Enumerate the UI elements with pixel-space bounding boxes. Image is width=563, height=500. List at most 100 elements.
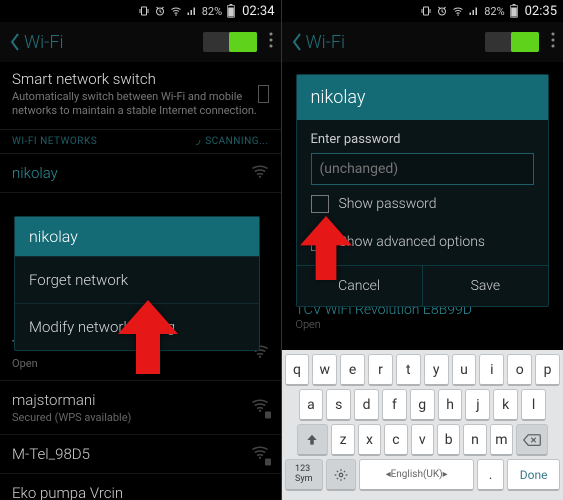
key-b[interactable]: b [437, 424, 460, 456]
key-shift[interactable] [297, 424, 329, 456]
key-s[interactable]: s [326, 389, 351, 421]
key-p[interactable]: p [535, 354, 560, 386]
keyboard-language: English(UK) [391, 469, 443, 480]
show-advanced-label: Show advanced options [339, 234, 485, 250]
key-v[interactable]: v [411, 424, 434, 456]
keyboard-row-1: q w e r t y u i o p [285, 354, 561, 386]
menu-item-forget[interactable]: Forget network [15, 256, 259, 303]
chevron-left-icon [8, 32, 22, 52]
scanning-label: SCANNING... [205, 136, 268, 147]
smart-network-switch-row[interactable]: Smart network switch Automatically switc… [0, 62, 281, 130]
key-y[interactable]: y [424, 354, 449, 386]
key-e[interactable]: e [340, 354, 365, 386]
key-h[interactable]: h [438, 389, 463, 421]
signal-icon [468, 5, 480, 17]
key-o[interactable]: o [507, 354, 532, 386]
key-q[interactable]: q [285, 354, 310, 386]
password-label: Enter password [311, 132, 535, 147]
keyboard-row-2: a s d f g h j k l [285, 389, 561, 421]
keyboard-row-3: z x c v b n m [285, 424, 561, 456]
key-z[interactable]: z [331, 424, 354, 456]
annotation-arrow-left [118, 300, 178, 378]
key-sym[interactable]: 123 Sym [285, 459, 324, 491]
backspace-icon [523, 434, 541, 446]
network-name: Eko pumpa Vrcin [12, 484, 269, 500]
more-icon[interactable] [269, 32, 273, 52]
wifi-status-icon [452, 5, 464, 17]
wifi-toggle[interactable] [485, 32, 539, 52]
key-u[interactable]: u [452, 354, 477, 386]
network-name: nikolay [12, 164, 269, 182]
battery-icon [226, 4, 236, 18]
network-item[interactable]: majstormani Secured (WPS available) [0, 381, 281, 435]
network-item[interactable]: M-Tel_98D5 [0, 435, 281, 474]
show-password-label: Show password [339, 196, 437, 212]
back-button[interactable]: Wi-Fi [8, 32, 64, 53]
key-space[interactable]: ◂ English(UK) ▸ [359, 459, 474, 491]
key-i[interactable]: i [479, 354, 504, 386]
key-k[interactable]: k [493, 389, 518, 421]
smart-switch-desc: Automatically switch between Wi-Fi and m… [12, 90, 258, 119]
network-status: Secured (WPS available) [12, 411, 269, 424]
battery-icon [509, 4, 519, 18]
status-bar: 82% 02:35 [282, 0, 563, 22]
wifi-signal-lock-icon [251, 398, 269, 417]
keyboard-row-4: 123 Sym ◂ English(UK) ▸ . Done [285, 459, 561, 491]
page-title: Wi-Fi [24, 32, 64, 53]
key-w[interactable]: w [312, 354, 337, 386]
shift-icon [305, 433, 319, 447]
key-c[interactable]: c [384, 424, 407, 456]
show-password-checkbox[interactable] [311, 195, 329, 213]
key-d[interactable]: d [354, 389, 379, 421]
networks-header: WI-FI NETWORKS SCANNING... [0, 130, 281, 154]
network-status: Open [296, 318, 472, 331]
key-r[interactable]: r [368, 354, 393, 386]
key-m[interactable]: m [490, 424, 513, 456]
network-name: majstormani [12, 391, 269, 409]
status-bar: 82% 02:34 [0, 0, 281, 22]
toggle-knob [229, 32, 257, 52]
action-bar: Wi-Fi [282, 22, 563, 62]
page-title: Wi-Fi [306, 32, 346, 53]
battery-percent: 82% [202, 5, 222, 18]
spinner-icon [191, 136, 201, 146]
scanning-indicator: SCANNING... [191, 136, 268, 147]
dialog-title: nikolay [297, 75, 549, 120]
smart-switch-checkbox[interactable] [258, 85, 268, 103]
key-n[interactable]: n [463, 424, 486, 456]
key-x[interactable]: x [358, 424, 381, 456]
annotation-arrow-right [300, 216, 352, 284]
key-t[interactable]: t [396, 354, 421, 386]
networks-label: WI-FI NETWORKS [12, 136, 97, 147]
wifi-toggle[interactable] [203, 32, 257, 52]
key-j[interactable]: j [465, 389, 490, 421]
key-f[interactable]: f [382, 389, 407, 421]
key-l[interactable]: l [521, 389, 546, 421]
key-period[interactable]: . [477, 459, 504, 491]
right-screen: 82% 02:35 Wi-Fi TCV WiFi Revolution E8B9… [282, 0, 563, 500]
gear-icon [334, 468, 348, 482]
toggle-knob [511, 32, 539, 52]
key-settings[interactable] [326, 459, 356, 491]
key-backspace[interactable] [516, 424, 548, 456]
battery-percent: 82% [484, 5, 504, 18]
key-a[interactable]: a [299, 389, 324, 421]
network-item-nikolay[interactable]: nikolay [0, 154, 281, 193]
alarm-icon [154, 5, 166, 17]
context-menu-header: nikolay [15, 217, 259, 256]
dialog-body: Enter password [297, 120, 549, 185]
network-item[interactable]: Eko pumpa Vrcin [0, 474, 281, 500]
wifi-signal-icon [251, 163, 269, 182]
key-g[interactable]: g [410, 389, 435, 421]
back-button[interactable]: Wi-Fi [290, 32, 346, 53]
password-input[interactable] [311, 153, 535, 185]
signal-icon [186, 5, 198, 17]
alarm-icon [436, 5, 448, 17]
wifi-status-icon [170, 5, 182, 17]
wifi-signal-lock-icon [251, 444, 269, 463]
clock-time: 02:35 [525, 4, 557, 19]
save-button[interactable]: Save [422, 266, 548, 306]
smart-switch-title: Smart network switch [12, 70, 258, 88]
key-done[interactable]: Done [507, 459, 560, 491]
more-icon[interactable] [551, 32, 555, 52]
